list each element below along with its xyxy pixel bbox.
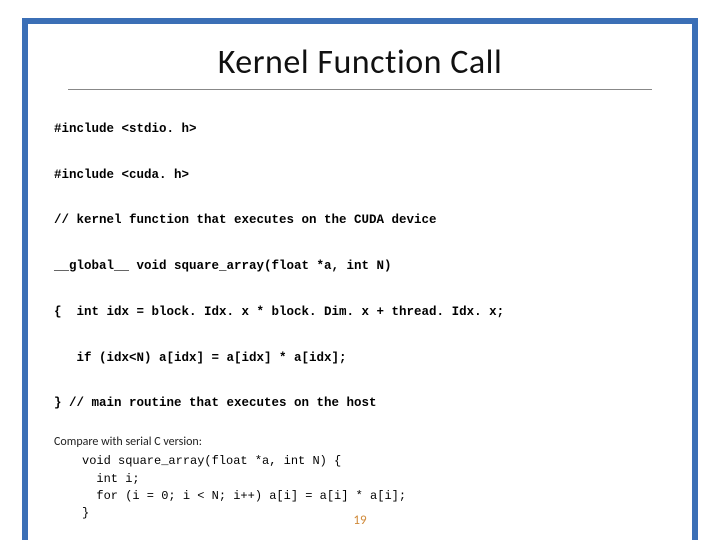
slide-title: Kernel Function Call (28, 42, 692, 83)
kernel-code-block: #include <stdio. h> #include <cuda. h> /… (54, 104, 666, 429)
code-line: } // main routine that executes on the h… (54, 396, 377, 410)
slide-frame: Kernel Function Call #include <stdio. h>… (22, 18, 698, 540)
slide-container: Kernel Function Call #include <stdio. h>… (0, 0, 720, 540)
code-line: #include <cuda. h> (54, 168, 189, 182)
title-underline (68, 89, 652, 90)
code-line: if (idx<N) a[idx] = a[idx] * a[idx]; (54, 351, 347, 365)
page-number: 19 (28, 513, 692, 528)
code-line: __global__ void square_array(float *a, i… (54, 259, 392, 273)
code-line: { int idx = block. Idx. x * block. Dim. … (54, 305, 504, 319)
code-line: #include <stdio. h> (54, 122, 197, 136)
compare-label: Compare with serial C version: (54, 435, 666, 449)
code-line: // kernel function that executes on the … (54, 213, 437, 227)
slide-body: #include <stdio. h> #include <cuda. h> /… (28, 104, 692, 523)
